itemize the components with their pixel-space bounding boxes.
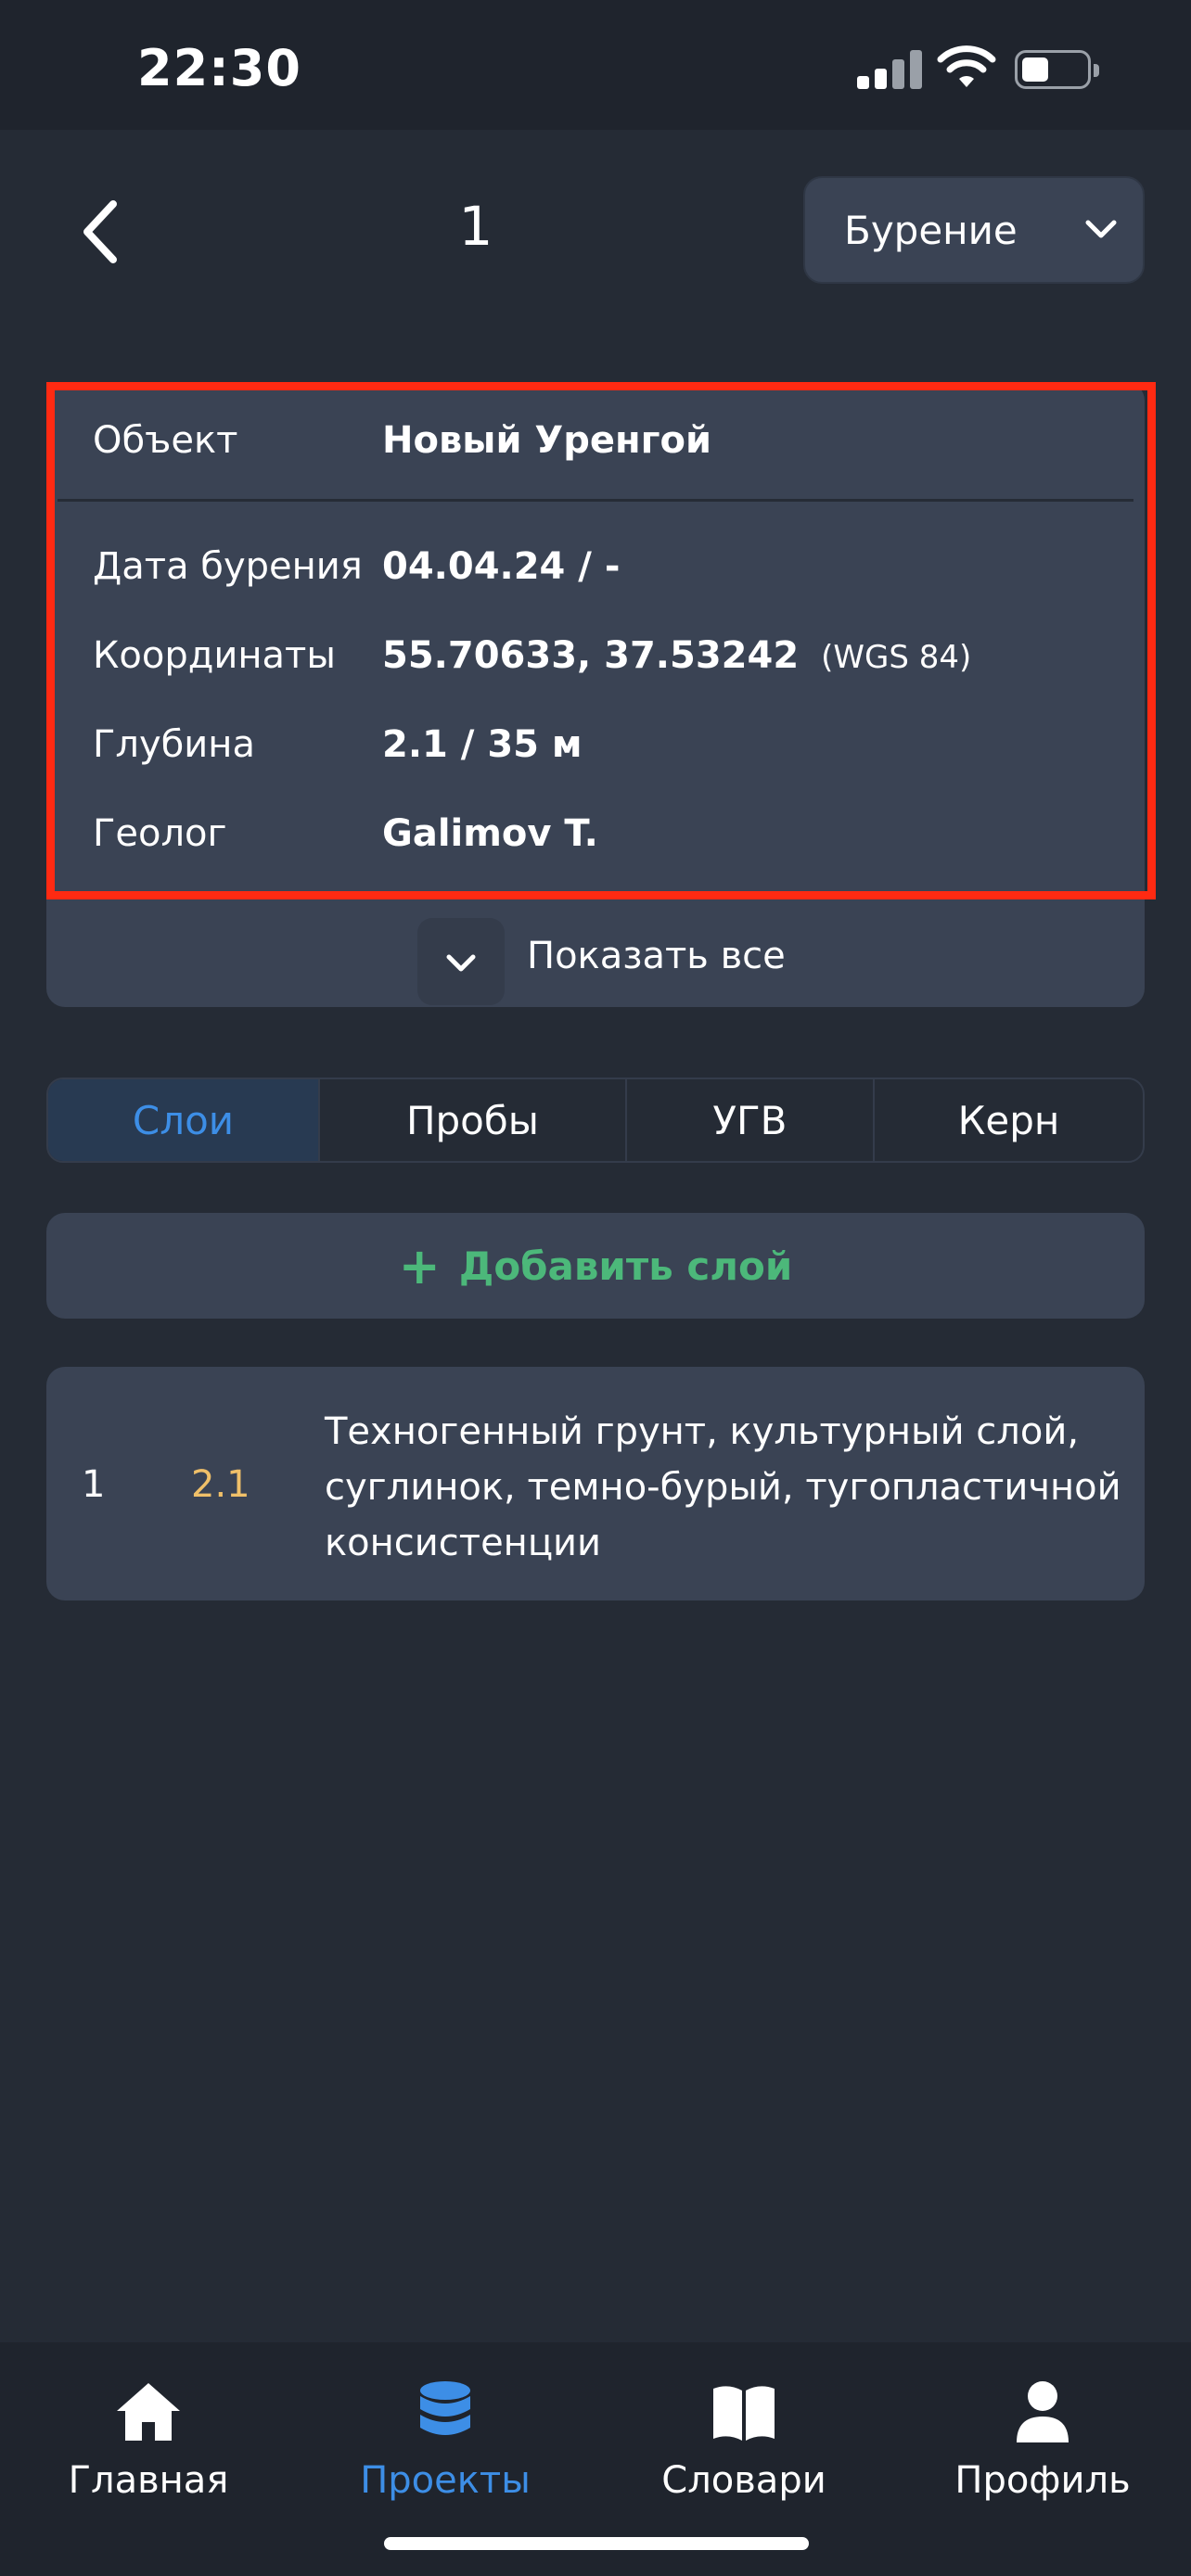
tab-samples[interactable]: Пробы (320, 1079, 627, 1161)
layer-description: Техногенный грунт, культурный слой, сугл… (325, 1410, 1121, 1564)
object-value: Новый Уренгой (382, 419, 712, 462)
divider (58, 499, 1133, 502)
coords-row: 55.70633, 37.53242 (WGS 84) (382, 634, 971, 677)
nav-dictionaries-label: Словари (661, 2459, 826, 2502)
chevron-down-icon (1085, 220, 1117, 238)
cellular-signal-icon (857, 48, 922, 89)
screen: 22:30 1 Бурение Объект Новый Уренгой Дат… (0, 0, 1191, 2576)
home-icon (117, 2383, 180, 2441)
nav-projects-label: Проекты (360, 2459, 531, 2502)
depth-label: Глубина (93, 723, 255, 766)
show-all-button[interactable]: Показать все (46, 901, 1145, 1007)
wifi-icon (937, 45, 996, 87)
coords-label: Координаты (93, 634, 336, 677)
layer-depth: 2.1 (191, 1463, 250, 1506)
tab-core[interactable]: Керн (875, 1079, 1143, 1161)
add-layer-button[interactable]: + Добавить слой (46, 1213, 1145, 1319)
chevron-down-icon (446, 954, 476, 972)
nav-home-label: Главная (68, 2459, 229, 2502)
nav-profile[interactable]: Профиль (913, 2379, 1172, 2502)
nav-dictionaries[interactable]: Словари (614, 2379, 874, 2502)
layer-list-item[interactable]: 1 2.1 Техногенный грунт, культурный слой… (46, 1367, 1145, 1600)
coords-system: (WGS 84) (821, 639, 972, 676)
page-title: 1 (458, 195, 493, 258)
plus-icon: + (398, 1236, 441, 1295)
status-bar: 22:30 (0, 0, 1191, 130)
borehole-info-card: Объект Новый Уренгой Дата бурения 04.04.… (46, 382, 1145, 1007)
nav-home[interactable]: Главная (19, 2379, 278, 2502)
geologist-label: Геолог (93, 812, 227, 855)
layer-number: 1 (82, 1463, 106, 1506)
tab-groundwater[interactable]: УГВ (627, 1079, 875, 1161)
battery-icon (1015, 50, 1099, 89)
object-label: Объект (93, 419, 238, 462)
database-icon (420, 2381, 470, 2435)
drill-date-label: Дата бурения (93, 545, 363, 588)
status-time: 22:30 (137, 39, 301, 97)
segment-tabs: Слои Пробы УГВ Керн (46, 1078, 1145, 1163)
expand-toggle[interactable] (417, 918, 505, 1005)
show-all-label: Показать все (527, 935, 786, 977)
home-indicator (384, 2537, 809, 2550)
depth-value: 2.1 / 35 м (382, 723, 583, 766)
coords-value: 55.70633, 37.53242 (382, 634, 800, 677)
geologist-value: Galimov T. (382, 812, 598, 855)
mode-dropdown-value: Бурение (844, 207, 1018, 253)
mode-dropdown[interactable]: Бурение (803, 176, 1145, 284)
back-chevron-icon[interactable] (74, 195, 126, 269)
book-icon (713, 2386, 775, 2441)
nav-profile-label: Профиль (954, 2459, 1131, 2502)
tab-layers[interactable]: Слои (48, 1079, 321, 1161)
add-layer-label: Добавить слой (458, 1243, 793, 1289)
drill-date-value: 04.04.24 / - (382, 545, 621, 588)
nav-projects[interactable]: Проекты (315, 2379, 575, 2502)
user-icon (1017, 2381, 1069, 2442)
